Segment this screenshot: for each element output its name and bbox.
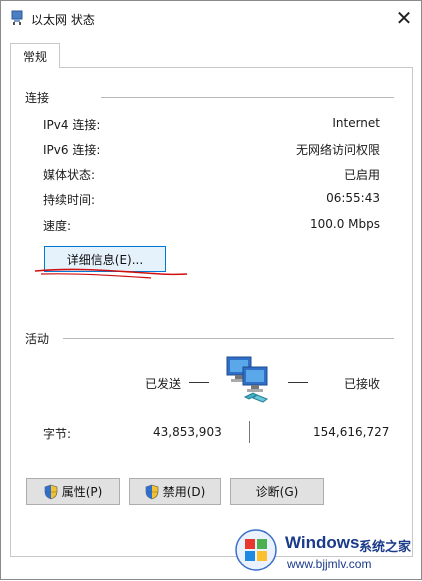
ethernet-status-window: 以太网 状态 ✕ 常规 连接 IPv4 连接: Internet IPv6 连接… [0, 0, 422, 580]
bytes-sent-value: 43,853,903 [153, 425, 222, 439]
network-computers-icon [226, 356, 269, 403]
watermark-brand: Windows [285, 533, 360, 552]
window-title: 以太网 状态 [31, 13, 95, 27]
bytes-separator [249, 421, 250, 443]
uac-shield-icon [44, 484, 57, 499]
ipv4-value: Internet [332, 116, 380, 130]
activity-group-divider [63, 338, 394, 339]
annotation-underline [34, 268, 188, 279]
uac-shield-icon [145, 484, 158, 499]
media-state-label: 媒体状态: [43, 168, 96, 182]
sent-label: 已发送 [145, 377, 182, 391]
sent-dash [189, 382, 209, 383]
disable-button[interactable]: 禁用(D) [129, 478, 221, 505]
media-state-value: 已启用 [343, 168, 380, 182]
ipv6-label: IPv6 连接: [43, 143, 101, 157]
received-dash [288, 382, 308, 383]
speed-label: 速度: [43, 219, 72, 233]
duration-label: 持续时间: [43, 193, 96, 207]
diagnose-button-label: 诊断(G) [255, 485, 299, 499]
connection-group-label: 连接 [25, 89, 50, 106]
ipv4-label: IPv4 连接: [43, 118, 101, 132]
speed-value: 100.0 Mbps [309, 217, 380, 231]
connection-group-divider [101, 97, 394, 98]
close-icon: ✕ [395, 6, 413, 30]
network-adapter-icon [11, 10, 23, 25]
watermark: Windows 系统之家 www.bjjmlv.com [227, 523, 422, 581]
disable-button-label: 禁用(D) [162, 485, 206, 499]
activity-group-label: 活动 [25, 330, 50, 347]
bytes-received-value: 154,616,727 [313, 425, 390, 439]
properties-button[interactable]: 属性(P) [26, 478, 120, 505]
ipv6-value: 无网络访问权限 [295, 143, 380, 157]
tab-general[interactable]: 常规 [10, 43, 60, 68]
diagnose-button[interactable]: 诊断(G) [230, 478, 324, 505]
bytes-label: 字节: [43, 427, 72, 441]
duration-value: 06:55:43 [326, 191, 380, 205]
title-bar[interactable]: 以太网 状态 ✕ [1, 1, 421, 35]
watermark-brand-suffix: 系统之家 [359, 540, 412, 555]
tab-general-label: 常规 [22, 49, 47, 64]
windows-logo-icon [235, 529, 277, 571]
received-label: 已接收 [344, 377, 381, 391]
properties-button-label: 属性(P) [61, 485, 103, 499]
close-button[interactable]: ✕ [387, 1, 421, 35]
watermark-url: www.bjjmlv.com [287, 557, 372, 571]
